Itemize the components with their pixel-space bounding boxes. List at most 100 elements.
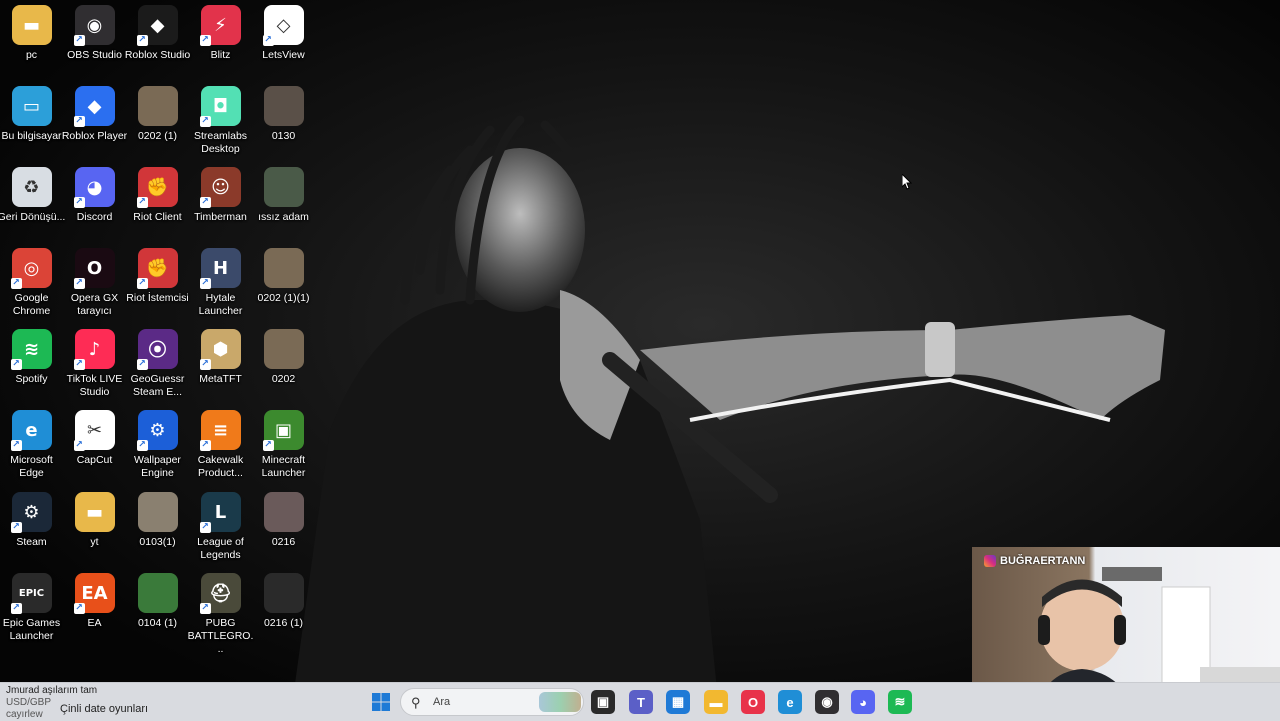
desktop-icon-image-thumbnail[interactable]: 0130 (252, 86, 315, 143)
desktop-icon-ea[interactable]: EA ↗ EA (63, 573, 126, 630)
desktop-icon-image-thumbnail[interactable]: 0216 (252, 492, 315, 549)
desktop-icon-image-thumbnail[interactable]: 0202 (252, 329, 315, 386)
desktop-icon-blitz[interactable]: ⚡ ↗ Blitz (189, 5, 252, 62)
epic-games-icon: EPIC ↗ (10, 573, 52, 614)
shortcut-arrow-icon: ↗ (199, 116, 211, 127)
league-icon: L ↗ (199, 492, 241, 533)
shortcut-arrow-icon: ↗ (199, 278, 211, 289)
image-thumbnail-icon (137, 86, 178, 126)
desktop-icon-label: CapCut (76, 454, 113, 466)
taskbar-task-view-icon[interactable]: ▣ (591, 690, 615, 714)
desktop-icon-metatft[interactable]: ⬢ ↗ MetaTFT (189, 329, 252, 386)
roblox-studio-icon: ◆ ↗ (136, 5, 178, 46)
widget-headline[interactable]: Çinli date oyunları (60, 703, 148, 715)
desktop-icon-this-pc[interactable]: ▭ Bu bilgisayar (0, 86, 63, 143)
cakewalk-icon: ≡ ↗ (199, 410, 241, 451)
shortcut-arrow-icon: ↗ (73, 359, 85, 370)
desktop-icon-roblox-player[interactable]: ◆ ↗ Roblox Player (62, 86, 127, 143)
desktop-icon-epic-games[interactable]: EPIC ↗ Epic Games Launcher (0, 573, 63, 643)
start-button[interactable] (369, 690, 393, 714)
desktop-icon-tiktok[interactable]: ♪ ↗ TikTok LIVE Studio (63, 329, 126, 399)
folder-icon: ▬ (11, 5, 52, 45)
taskbar-store-icon[interactable]: ▦ (666, 690, 690, 714)
shortcut-arrow-icon: ↗ (199, 35, 211, 46)
shortcut-arrow-icon: ↗ (10, 440, 22, 451)
taskbar-discord-icon[interactable]: ◕ (851, 690, 875, 714)
letsview-icon: ◇ ↗ (262, 5, 304, 46)
desktop-icon-obs[interactable]: ◉ ↗ OBS Studio (63, 5, 126, 62)
taskbar-file-explorer-icon[interactable]: ▬ (704, 690, 728, 714)
desktop-icon-streamlabs[interactable]: ◘ ↗ Streamlabs Desktop (189, 86, 252, 156)
image-thumbnail-icon (263, 573, 304, 613)
taskbar-obs-icon[interactable]: ◉ (815, 690, 839, 714)
desktop-icon-minecraft[interactable]: ▣ ↗ Minecraft Launcher (252, 410, 315, 480)
folder-icon: ▬ (74, 492, 115, 532)
minecraft-icon: ▣ ↗ (262, 410, 304, 451)
desktop-icon-hytale[interactable]: H ↗ Hytale Launcher (189, 248, 252, 318)
desktop-icon-roblox-studio[interactable]: ◆ ↗ Roblox Studio (124, 5, 191, 62)
desktop-icon-label: Roblox Studio (124, 49, 191, 61)
desktop-icon-label: Riot İstemcisi (126, 292, 189, 304)
taskbar: Jmurad aşılarım tam USD/GBP cayırlew Çin… (0, 682, 1280, 721)
desktop-icon-geoguessr[interactable]: ⦿ ↗ GeoGuessr Steam E... (126, 329, 189, 399)
desktop-icon-image-thumbnail[interactable]: 0104 (1) (126, 573, 189, 630)
edge-icon: e ↗ (10, 410, 52, 451)
taskbar-search-box[interactable]: ⚲ Ara (400, 688, 584, 716)
desktop-icon-cakewalk[interactable]: ≡ ↗ Cakewalk Product... (189, 410, 252, 480)
riot-client-icon: ✊ ↗ (136, 248, 178, 289)
shortcut-arrow-icon: ↗ (136, 359, 148, 370)
taskbar-teams-icon[interactable]: T (629, 690, 653, 714)
desktop-icon-riot-client[interactable]: ✊ ↗ Riot İstemcisi (126, 248, 189, 305)
desktop-icon-edge[interactable]: e ↗ Microsoft Edge (0, 410, 63, 480)
desktop-icon-label: Spotify (15, 373, 48, 385)
metatft-icon: ⬢ ↗ (199, 329, 241, 370)
shortcut-arrow-icon: ↗ (262, 440, 274, 451)
desktop-icon-capcut[interactable]: ✂ ↗ CapCut (63, 410, 126, 467)
taskbar-spotify-icon[interactable]: ≋ (888, 690, 912, 714)
desktop-icon-image-thumbnail[interactable]: 0202 (1)(1) (252, 248, 315, 305)
desktop-icon-spotify[interactable]: ≋ ↗ Spotify (0, 329, 63, 386)
taskbar-edge-icon[interactable]: e (778, 690, 802, 714)
desktop-icon-label: League of Legends (197, 536, 244, 561)
this-pc-icon: ▭ (11, 86, 52, 126)
image-thumbnail-icon (137, 573, 178, 613)
geoguessr-icon: ⦿ ↗ (136, 329, 178, 370)
desktop-icon-discord[interactable]: ◕ ↗ Discord (63, 167, 126, 224)
desktop-icon-label: Wallpaper Engine (134, 454, 181, 479)
desktop-icon-folder[interactable]: ▬ yt (63, 492, 126, 549)
shortcut-arrow-icon: ↗ (136, 440, 148, 451)
desktop-icon-image-thumbnail[interactable]: 0216 (1) (252, 573, 315, 630)
desktop-icon-pubg[interactable]: ⛑ ↗ PUBG BATTLEGRO... (188, 573, 253, 656)
shortcut-arrow-icon: ↗ (199, 440, 211, 451)
desktop-icon-label: Microsoft Edge (10, 454, 53, 479)
pubg-icon: ⛑ ↗ (199, 573, 241, 614)
instagram-handle: BUĞRAERTANN (1000, 555, 1086, 567)
desktop-icon-label: MetaTFT (199, 373, 242, 385)
desktop-icon-chrome[interactable]: ◎ ↗ Google Chrome (0, 248, 63, 318)
shortcut-arrow-icon: ↗ (73, 603, 85, 614)
instagram-handle-tag: BUĞRAERTANN (984, 555, 1085, 567)
desktop-icon-image-thumbnail[interactable]: 0202 (1) (126, 86, 189, 143)
desktop-icon-timberman[interactable]: ☺ ↗ Timberman (189, 167, 252, 224)
desktop-icon-league[interactable]: L ↗ League of Legends (189, 492, 252, 562)
desktop-icon-opera-gx[interactable]: O ↗ Opera GX tarayıcı (63, 248, 126, 318)
blitz-icon: ⚡ ↗ (199, 5, 241, 46)
desktop-icon-steam[interactable]: ⚙ ↗ Steam (0, 492, 63, 549)
shortcut-arrow-icon: ↗ (73, 116, 85, 127)
desktop-icon-label: 0202 (1) (137, 130, 178, 142)
desktop-icon-label: Minecraft Launcher (261, 454, 306, 479)
desktop-icon-label: Blitz (210, 49, 231, 61)
desktop-icon-label: Steam (16, 536, 47, 548)
desktop-icon-letsview[interactable]: ◇ ↗ LetsView (252, 5, 315, 62)
desktop-icon-riot-client[interactable]: ✊ ↗ Riot Client (126, 167, 189, 224)
desktop-icon-wallpaper-engine[interactable]: ⚙ ↗ Wallpaper Engine (126, 410, 189, 480)
desktop-icon-folder[interactable]: ▬ pc (0, 5, 63, 62)
desktop-icon-recycle-bin[interactable]: ♻ Geri Dönüşü... (0, 167, 65, 224)
desktop-icon-label: Streamlabs Desktop (193, 130, 248, 155)
image-thumbnail-icon (263, 329, 304, 369)
discord-icon: ◕ ↗ (73, 167, 115, 208)
desktop-icon-image-thumbnail[interactable]: 0103(1) (126, 492, 189, 549)
desktop-icon-image-thumbnail[interactable]: ıssız adam (252, 167, 315, 224)
taskbar-opera-gx-icon[interactable]: O (741, 690, 765, 714)
desktop-icon-label: ıssız adam (258, 211, 309, 223)
